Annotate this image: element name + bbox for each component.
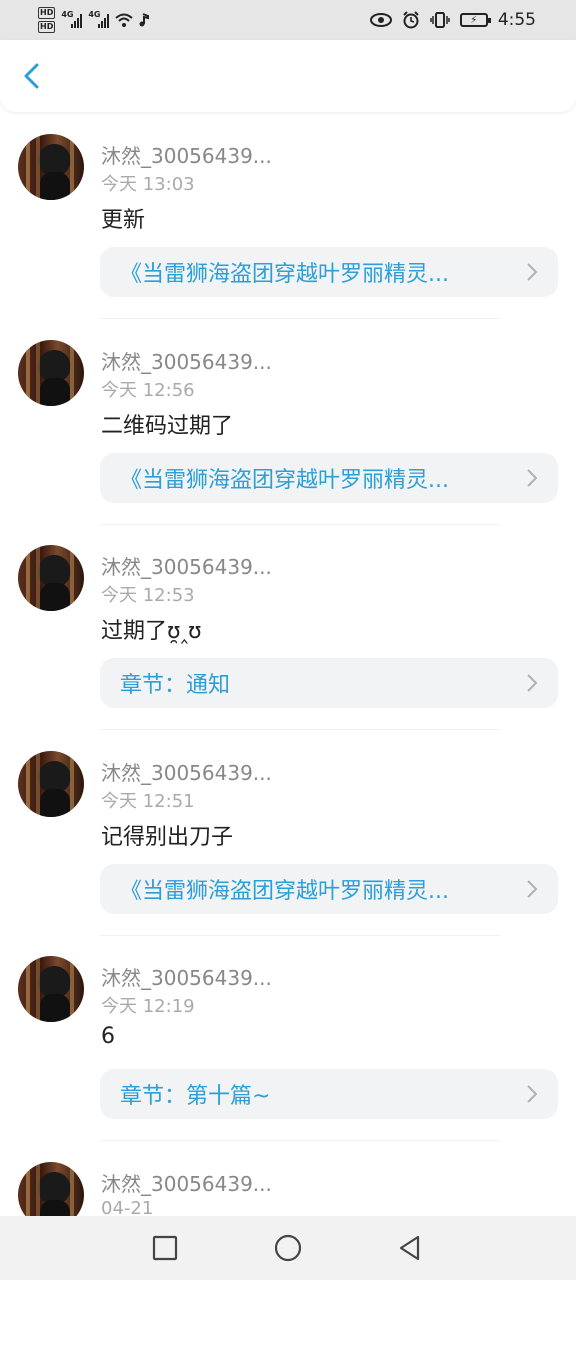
chevron-right-icon (526, 468, 538, 488)
comment-time: 今天 12:56 (101, 376, 195, 402)
chevron-right-icon (526, 879, 538, 899)
comment-item[interactable]: 沐然_30056439... 今天 12:56 二维码过期了 《当雷狮海盗团穿越… (0, 324, 576, 530)
wifi-icon (115, 13, 133, 27)
comment-text: 更新 (101, 202, 145, 234)
eye-icon (370, 13, 392, 27)
comment-text: 二维码过期了 (101, 408, 233, 440)
comment-text: 6 (101, 1024, 115, 1049)
status-right: ⚡ 4:55 (370, 0, 536, 40)
source-link-card[interactable]: 《当雷狮海盗团穿越叶罗丽精灵... (100, 453, 558, 503)
avatar[interactable] (18, 751, 84, 817)
triangle-back-icon[interactable] (396, 1234, 424, 1262)
source-link-card[interactable]: 《当雷狮海盗团穿越叶罗丽精灵... (100, 247, 558, 297)
username[interactable]: 沐然_30056439... (101, 551, 272, 580)
comment-time: 今天 12:51 (101, 787, 195, 813)
signal-icon: 4G (88, 12, 109, 28)
username[interactable]: 沐然_30056439... (101, 140, 272, 169)
avatar[interactable] (18, 545, 84, 611)
comment-item[interactable]: 沐然_30056439... 今天 12:51 记得别出刀子 《当雷狮海盗团穿越… (0, 735, 576, 941)
source-link-text: 章节：通知 (120, 667, 230, 699)
music-icon (139, 13, 149, 27)
battery-charging-icon: ⚡ (460, 13, 488, 27)
top-bar (0, 40, 576, 112)
source-link-card[interactable]: 章节：第十篇~ (100, 1069, 558, 1119)
username[interactable]: 沐然_30056439... (101, 757, 272, 786)
source-link-text: 《当雷狮海盗团穿越叶罗丽精灵... (120, 256, 449, 288)
system-nav-bar (0, 1216, 576, 1280)
source-link-text: 《当雷狮海盗团穿越叶罗丽精灵... (120, 873, 449, 905)
alarm-icon (402, 11, 420, 29)
chevron-right-icon (526, 262, 538, 282)
divider (100, 318, 500, 319)
avatar[interactable] (18, 956, 84, 1022)
comment-item[interactable]: 沐然_30056439... 今天 13:03 更新 《当雷狮海盗团穿越叶罗丽精… (0, 118, 576, 324)
comment-time: 今天 13:03 (101, 170, 195, 196)
vibrate-icon (430, 12, 450, 28)
signal-icon: 4G (61, 12, 82, 28)
comment-text: 记得别出刀子 (101, 819, 233, 851)
comment-list: 沐然_30056439... 今天 13:03 更新 《当雷狮海盗团穿越叶罗丽精… (0, 118, 576, 1351)
username[interactable]: 沐然_30056439... (101, 1168, 272, 1197)
status-bar: HD HD 4G 4G (0, 0, 576, 40)
avatar[interactable] (18, 340, 84, 406)
hd-badge: HD (38, 21, 55, 33)
chevron-right-icon (526, 1084, 538, 1104)
comment-time: 今天 12:19 (101, 992, 195, 1018)
divider (100, 935, 500, 936)
square-recent-icon[interactable] (151, 1234, 179, 1262)
avatar[interactable] (18, 134, 84, 200)
circle-home-icon[interactable] (274, 1234, 302, 1262)
comment-item[interactable]: 沐然_30056439... 今天 12:19 6 章节：第十篇~ (0, 940, 576, 1146)
chevron-left-icon[interactable] (18, 62, 46, 90)
comment-text: 过期了ʊ̯‸ʊ (101, 613, 202, 645)
hd-badge: HD (38, 7, 55, 19)
source-link-card[interactable]: 章节：通知 (100, 658, 558, 708)
divider (100, 1140, 500, 1141)
status-left: HD HD 4G 4G (38, 4, 149, 36)
source-link-card[interactable]: 《当雷狮海盗团穿越叶罗丽精灵... (100, 864, 558, 914)
username[interactable]: 沐然_30056439... (101, 346, 272, 375)
source-link-text: 《当雷狮海盗团穿越叶罗丽精灵... (120, 462, 449, 494)
comment-item[interactable]: 沐然_30056439... 今天 12:53 过期了ʊ̯‸ʊ 章节：通知 (0, 529, 576, 735)
source-link-text: 章节：第十篇~ (120, 1078, 270, 1110)
username[interactable]: 沐然_30056439... (101, 962, 272, 991)
comment-time: 今天 12:53 (101, 581, 195, 607)
divider (100, 729, 500, 730)
status-time: 4:55 (498, 10, 536, 30)
divider (100, 524, 500, 525)
chevron-right-icon (526, 673, 538, 693)
